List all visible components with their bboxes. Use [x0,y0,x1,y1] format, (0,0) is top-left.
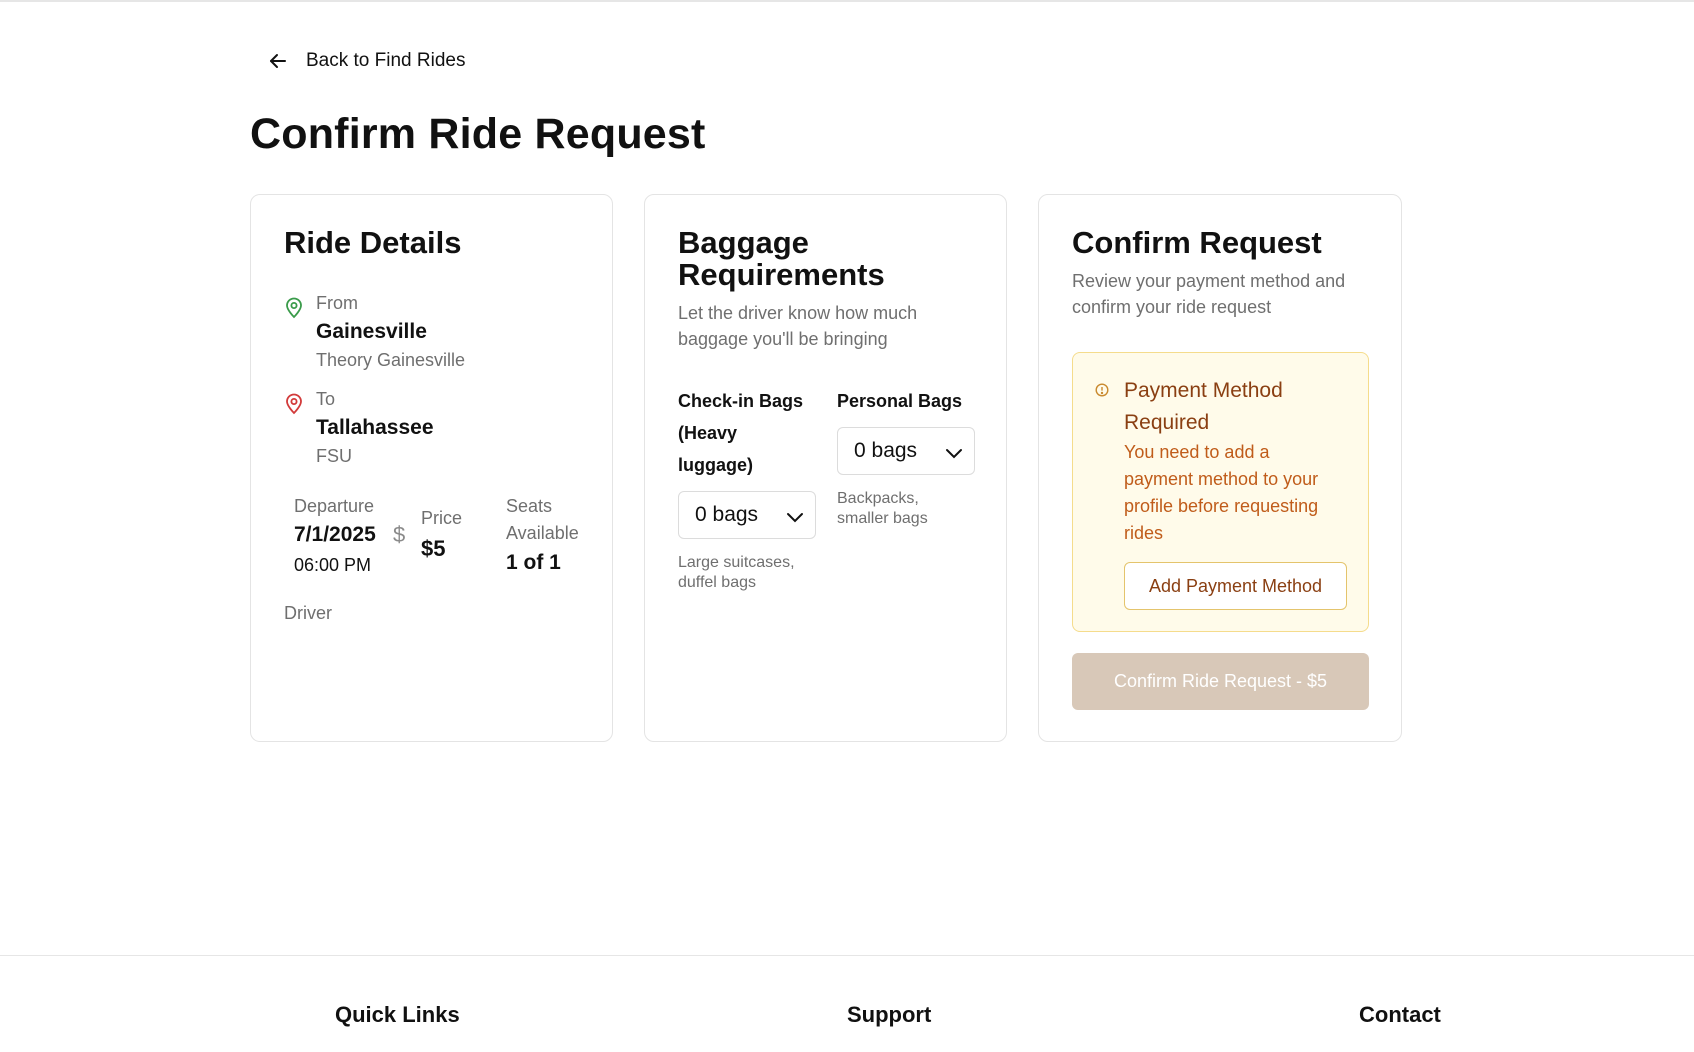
departure-date: 7/1/2025 [294,523,376,546]
confirm-subtitle: Review your payment method and confirm y… [1072,268,1345,320]
personal-hint-line1: Backpacks, [837,490,919,507]
confirm-request-card: Confirm Request Review your payment meth… [1038,194,1402,742]
checkin-label-line1: Check-in Bags [678,391,804,411]
alert-title: Payment Method Required [1124,375,1354,439]
from-key: From [316,293,358,313]
alert-body-line4: rides [1124,523,1164,543]
baggage-subtitle-line2: baggage you'll be bringing [678,329,888,349]
from-location: From Gainesville Theory Gainesville [284,293,584,373]
add-payment-method-button[interactable]: Add Payment Method [1124,562,1347,610]
alert-title-line1: Payment Method [1124,379,1283,402]
personal-bags-hint: Backpacks, smaller bags [837,489,928,529]
confirm-subtitle-line2: confirm your ride request [1072,297,1272,317]
footer-support-heading: Support [847,1002,932,1027]
chevron-down-icon [946,449,962,459]
top-border [0,0,1694,2]
to-key: To [316,389,336,409]
footer-quick-links-heading: Quick Links [335,1002,460,1027]
to-place: FSU [316,446,352,466]
personal-hint-line2: smaller bags [837,510,928,527]
baggage-card: Baggage Requirements Let the driver know… [644,194,1007,742]
seats-value: 1 of 1 [506,551,561,574]
checkin-bags-label: Check-in Bags (Heavy luggage) [678,385,803,481]
checkin-bags-select[interactable]: 0 bags [678,491,816,539]
map-pin-icon [286,297,302,319]
alert-title-line2: Required [1124,411,1210,434]
baggage-subtitle-line1: Let the driver know how much [678,303,918,323]
chevron-down-icon [787,513,803,523]
price-value: $5 [421,536,446,561]
baggage-subtitle: Let the driver know how much baggage you… [678,300,917,352]
checkin-bags-hint: Large suitcases, duffel bags [678,553,795,593]
to-city: Tallahassee [316,416,434,439]
map-pin-icon [286,393,302,415]
alert-body-line1: You need to add a [1124,442,1270,462]
seats-key-line1: Seats [506,496,553,516]
checkin-label-line2: (Heavy [678,423,738,443]
driver-key: Driver [284,603,332,623]
baggage-title-line1: Baggage [678,225,809,260]
checkin-hint-line1: Large suitcases, [678,554,795,571]
alert-body-line2: payment method to your [1124,469,1319,489]
from-city: Gainesville [316,320,427,343]
back-link-label[interactable]: Back to Find Rides [306,50,465,72]
personal-bags-value: 0 bags [854,439,918,462]
arrow-left-icon [270,54,286,68]
seats-key-line2: Available [506,523,579,543]
confirm-subtitle-line1: Review your payment method and [1072,271,1346,291]
footer-divider [0,955,1694,956]
personal-bags-select[interactable]: 0 bags [837,427,975,475]
to-location: To Tallahassee FSU [284,389,584,469]
checkin-hint-line2: duffel bags [678,574,756,591]
page-title: Confirm Ride Request [250,110,706,158]
dollar-icon: $ [393,522,406,547]
departure-key: Departure [294,496,375,516]
confirm-request-title: Confirm Request [1072,225,1322,260]
departure-time: 06:00 PM [294,555,372,575]
payment-required-alert: Payment Method Required You need to add … [1072,352,1369,632]
checkin-label-line3: luggage) [678,455,753,475]
alert-circle-icon [1095,383,1109,397]
baggage-title-line2: Requirements [678,257,885,292]
checkin-bags-value: 0 bags [695,503,759,526]
footer-contact-heading: Contact [1359,1002,1441,1027]
alert-body-line3: profile before requesting [1124,496,1319,516]
baggage-title: Baggage Requirements [678,227,885,291]
alert-body: You need to add a payment method to your… [1124,439,1354,547]
personal-bags-label: Personal Bags [837,391,963,411]
from-place: Theory Gainesville [316,350,466,370]
back-to-find-rides-link[interactable]: Back to Find Rides [268,50,465,72]
ride-details-title: Ride Details [284,225,462,260]
ride-details-card: Ride Details From Gainesville Theory Gai… [250,194,613,742]
confirm-ride-request-button[interactable]: Confirm Ride Request - $5 [1072,653,1369,710]
price-key: Price [421,508,463,528]
